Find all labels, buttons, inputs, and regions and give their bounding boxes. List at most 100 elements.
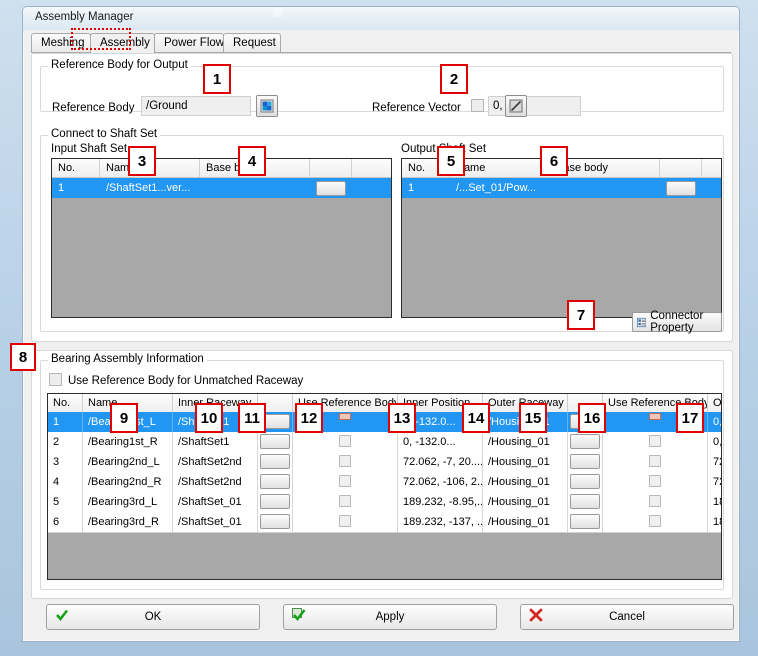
cell-inner-position: 189.232, -8.95,... (398, 492, 483, 512)
output-col-action[interactable] (660, 159, 702, 177)
cell-name: /Bearing1st_R (83, 432, 173, 452)
callout-9: 9 (110, 403, 138, 433)
green-check-badge-icon (292, 608, 306, 622)
output-row-name: /...Set_01/Pow... (456, 182, 537, 194)
cell-outer-position: 72.062, -106, 2... (713, 476, 721, 488)
reference-vector-input[interactable]: 0, 0, 1 (488, 96, 581, 116)
inner-raceway-picker-button[interactable] (260, 514, 290, 529)
reference-vector-label: Reference Vector (372, 102, 461, 114)
title-ghost-artifact (273, 7, 283, 17)
use-ref-inner-checkbox[interactable] (339, 495, 351, 507)
pick-body-icon (260, 99, 274, 113)
use-reference-body-unmatched-checkbox[interactable] (49, 373, 62, 386)
cell-inner-raceway: /ShaftSet_01 (173, 492, 258, 512)
cell-inner-position: 72.062, -7, 20.... (398, 452, 483, 472)
input-shaft-set-row[interactable]: 1 /ShaftSet1...ver... (52, 178, 391, 198)
use-ref-inner-checkbox[interactable] (339, 475, 351, 487)
output-row-no: 1 (408, 182, 415, 194)
connector-property-label: Connector Property (650, 310, 704, 334)
cell-outer-raceway: /Housing_01 (483, 492, 568, 512)
dialog-button-bar: OK Apply Cancel (31, 602, 734, 634)
outer-raceway-picker-button[interactable] (570, 514, 600, 529)
bearing-col-no[interactable]: No. (48, 394, 83, 412)
use-ref-outer-checkbox[interactable] (649, 475, 661, 487)
output-shaft-set-list[interactable]: No. Name Base body 1 /...Set_01/Pow... (401, 158, 722, 318)
outer-raceway-picker-button[interactable] (570, 434, 600, 449)
pick-body-icon-button[interactable] (256, 95, 278, 117)
callout-12: 12 (295, 403, 323, 433)
cell-name: /Bearing2nd_R (83, 472, 173, 492)
use-ref-outer-checkbox[interactable] (649, 515, 661, 527)
bearing-assembly-group-title: Bearing Assembly Information (48, 353, 207, 365)
cell-outer-raceway: /Housing_01 (483, 512, 568, 532)
reference-body-input[interactable]: /Ground (141, 96, 251, 116)
cell-inner-raceway: /ShaftSet2nd (173, 452, 258, 472)
table-row[interactable]: 2 /Bearing1st_R /ShaftSet1 0, -132.0... … (48, 432, 721, 453)
callout-15: 15 (519, 403, 547, 433)
table-row[interactable]: 1 /Bearing1st_L /ShaftSet1 0, -132.0... … (48, 412, 721, 433)
callout-5: 5 (437, 146, 465, 176)
cell-outer-position: 189.232, -8.95,... (713, 496, 721, 508)
outer-raceway-picker-button[interactable] (570, 454, 600, 469)
table-row[interactable]: 6 /Bearing3rd_R /ShaftSet_01 189.232, -1… (48, 512, 721, 533)
vector-icon (509, 99, 523, 113)
reference-body-label: Reference Body (52, 102, 135, 114)
input-col-no[interactable]: No. (52, 159, 100, 177)
cell-no: 5 (48, 492, 83, 512)
tab-power-flow[interactable]: Power Flow (154, 33, 224, 52)
use-ref-outer-checkbox[interactable] (649, 413, 661, 420)
cell-outer-raceway: /Housing_01 (483, 472, 568, 492)
inner-raceway-picker-button[interactable] (260, 434, 290, 449)
output-row-base-body-picker[interactable] (666, 181, 696, 196)
use-ref-outer-checkbox[interactable] (649, 495, 661, 507)
connect-shaft-set-group-title: Connect to Shaft Set (48, 128, 161, 140)
cell-outer-position: 0, -15.5, 0... (713, 416, 722, 428)
outer-raceway-picker-button[interactable] (570, 494, 600, 509)
callout-8: 8 (10, 343, 36, 371)
use-ref-inner-checkbox[interactable] (339, 455, 351, 467)
table-row[interactable]: 3 /Bearing2nd_L /ShaftSet2nd 72.062, -7,… (48, 452, 721, 473)
connector-property-button[interactable]: Connector Property (632, 310, 722, 334)
cell-name: /Bearing3rd_R (83, 512, 173, 532)
use-ref-outer-checkbox[interactable] (649, 435, 661, 447)
apply-button[interactable]: Apply (283, 604, 497, 630)
inner-raceway-picker-button[interactable] (260, 494, 290, 509)
green-check-icon (56, 609, 69, 622)
outer-raceway-picker-button[interactable] (570, 474, 600, 489)
use-ref-inner-checkbox[interactable] (339, 515, 351, 527)
bearing-table[interactable]: No. Name Inner Raceway Use Reference Bod… (47, 393, 722, 580)
cell-no: 3 (48, 452, 83, 472)
output-col-name[interactable]: Name (450, 159, 550, 177)
ok-button[interactable]: OK (46, 604, 260, 630)
inner-raceway-picker-button[interactable] (260, 454, 290, 469)
cell-inner-position: 0, -132.0... (398, 432, 483, 452)
inner-raceway-picker-button[interactable] (260, 474, 290, 489)
table-row[interactable]: 5 /Bearing3rd_L /ShaftSet_01 189.232, -8… (48, 492, 721, 513)
output-shaft-set-row[interactable]: 1 /...Set_01/Pow... (402, 178, 721, 198)
use-ref-outer-checkbox[interactable] (649, 455, 661, 467)
use-ref-inner-checkbox[interactable] (339, 413, 351, 420)
cell-no: 4 (48, 472, 83, 492)
use-reference-body-unmatched-label: Use Reference Body for Unmatched Raceway (68, 375, 304, 387)
table-row[interactable]: 4 /Bearing2nd_R /ShaftSet2nd 72.062, -10… (48, 472, 721, 493)
cell-outer-position: 189.232, -137, ... (713, 516, 721, 528)
tab-strip: Meshing Assembly Power Flow Request (31, 33, 731, 53)
use-ref-inner-checkbox[interactable] (339, 435, 351, 447)
input-col-action[interactable] (310, 159, 352, 177)
reference-vector-checkbox[interactable] (471, 99, 484, 112)
bearing-table-header: No. Name Inner Raceway Use Reference Bod… (48, 394, 721, 413)
vector-icon-button[interactable] (505, 95, 527, 117)
callout-17: 17 (676, 403, 704, 433)
callout-10: 10 (195, 403, 223, 433)
cell-outer-position: 0, -15.5, 0... (713, 436, 722, 448)
input-row-base-body-picker[interactable] (316, 181, 346, 196)
callout-13: 13 (388, 403, 416, 433)
input-shaft-set-list[interactable]: No. Name Base body 1 /ShaftSet1...ver... (51, 158, 392, 318)
bearing-col-outer-position[interactable]: Outer Position (708, 394, 721, 412)
cell-inner-position: 189.232, -137, ... (398, 512, 483, 532)
callout-7: 7 (567, 300, 595, 330)
tab-request[interactable]: Request (223, 33, 281, 52)
input-row-name: /ShaftSet1...ver... (106, 182, 191, 194)
cancel-button[interactable]: Cancel (520, 604, 734, 630)
callout-14: 14 (462, 403, 490, 433)
